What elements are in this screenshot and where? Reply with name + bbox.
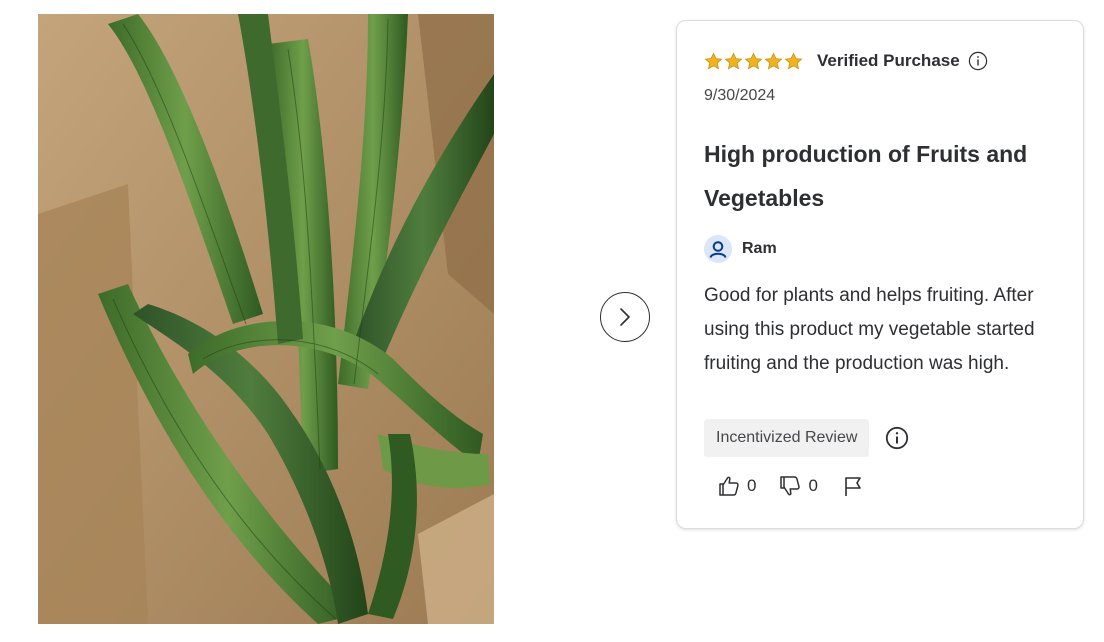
- review-author: Ram: [742, 240, 777, 257]
- info-icon[interactable]: [885, 426, 909, 450]
- rating-row: Verified Purchase: [704, 51, 988, 71]
- helpful-count: 0: [747, 476, 757, 495]
- review-body: Good for plants and helps fruiting. Afte…: [704, 285, 1035, 374]
- report-button[interactable]: [842, 475, 864, 497]
- star-icon: [724, 52, 743, 69]
- info-icon[interactable]: [968, 51, 988, 71]
- next-review-button[interactable]: [600, 292, 650, 342]
- review-card: Verified Purchase 9/30/2024 High product…: [676, 20, 1084, 529]
- helpful-button[interactable]: 0: [717, 474, 756, 498]
- star-icon: [704, 52, 723, 69]
- thumbs-up-icon: [719, 476, 739, 496]
- unhelpful-count: 0: [808, 476, 818, 495]
- chevron-right-icon: [620, 308, 630, 326]
- review-actions: 0 0: [717, 474, 864, 498]
- review-photo[interactable]: [38, 14, 494, 624]
- review-date: 9/30/2024: [704, 87, 776, 104]
- avatar: [704, 235, 732, 263]
- user-icon: [709, 241, 727, 258]
- thumbs-down-icon: [780, 476, 801, 496]
- incentivized-review-badge: Incentivized Review: [704, 419, 870, 457]
- author-row: Ram: [704, 235, 777, 263]
- star-rating: [704, 52, 803, 71]
- unhelpful-button[interactable]: 0: [778, 474, 818, 498]
- verified-purchase-label: Verified Purchase: [817, 51, 960, 70]
- flag-icon: [845, 477, 861, 496]
- star-icon: [764, 52, 783, 69]
- badge-row: Incentivized Review: [704, 419, 909, 457]
- review-title: High production of Fruits and Vegetables: [704, 141, 1028, 211]
- review-photo-image: [38, 14, 494, 624]
- star-icon: [784, 52, 803, 69]
- star-icon: [744, 52, 763, 69]
